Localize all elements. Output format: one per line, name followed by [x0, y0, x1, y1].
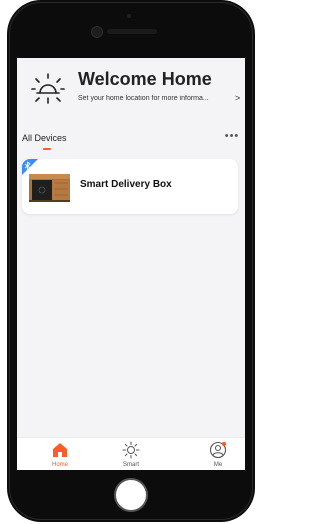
tab-active-indicator	[43, 148, 51, 150]
tab-me-label: Me	[213, 462, 223, 468]
more-options-icon[interactable]: •••	[223, 130, 241, 144]
welcome-title: Welcome Home	[78, 69, 212, 89]
app-screen: Welcome Home Set your home location for …	[17, 58, 245, 470]
tab-all-devices[interactable]: All Devices	[22, 133, 67, 143]
devices-tab-bar: All Devices •••	[17, 130, 245, 152]
delivery-box-image	[29, 174, 70, 202]
hardware-home-button[interactable]	[114, 478, 148, 512]
earpiece-speaker	[107, 29, 157, 34]
tab-smart[interactable]: Smart	[111, 441, 151, 470]
welcome-header[interactable]: Welcome Home Set your home location for …	[17, 58, 245, 122]
sun-icon	[122, 441, 140, 459]
sun-icon	[31, 73, 65, 104]
bottom-tab-bar: Home Smart Me	[17, 437, 245, 470]
home-icon	[53, 443, 67, 457]
device-name: Smart Delivery Box	[80, 179, 172, 190]
tab-me[interactable]: Me	[198, 441, 238, 470]
device-card[interactable]: Smart Delivery Box	[22, 159, 238, 214]
front-camera	[91, 26, 103, 38]
phone-frame: Welcome Home Set your home location for …	[7, 0, 255, 522]
tab-home-label: Home	[51, 462, 68, 468]
tab-smart-label: Smart	[122, 462, 139, 468]
profile-icon	[209, 441, 227, 459]
chevron-right-icon[interactable]: >	[235, 93, 240, 103]
sensor-dot	[127, 14, 131, 18]
tab-home[interactable]: Home	[40, 441, 80, 470]
home-location-prompt[interactable]: Set your home location for more informa.…	[78, 95, 232, 102]
